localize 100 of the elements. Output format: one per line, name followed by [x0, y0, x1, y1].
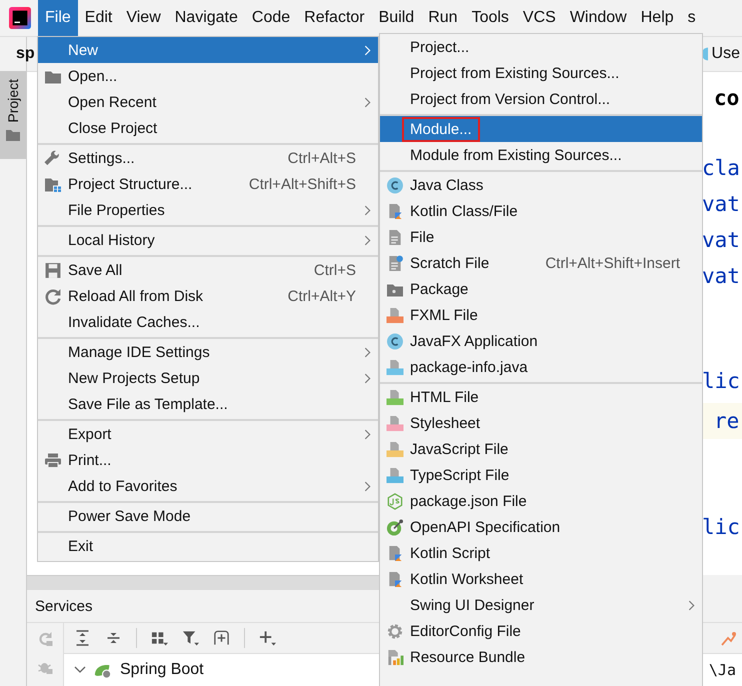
menu-item[interactable]: Project from Existing Sources... — [380, 60, 702, 86]
menu-item[interactable]: Reload All from Disk Ctrl+Alt+Y — [38, 283, 378, 309]
menu-item[interactable]: Project Structure... Ctrl+Alt+Shift+S — [38, 171, 378, 197]
collapse-all-icon[interactable] — [105, 630, 122, 646]
chevron-right-icon — [364, 234, 370, 246]
tree-item[interactable]: Spring Boot — [64, 661, 204, 679]
menu-item[interactable]: Close Project — [38, 115, 378, 141]
menu-item[interactable]: Invalidate Caches... — [38, 309, 378, 335]
menu-item[interactable]: Package — [380, 276, 702, 302]
menu-item[interactable]: File — [380, 224, 702, 250]
chevron-right-icon — [364, 204, 370, 216]
code-line: vat — [702, 191, 741, 218]
menu-item[interactable]: Save File as Template... — [38, 391, 378, 417]
code-line: cla — [702, 155, 741, 182]
project-tool-tab[interactable]: Project — [0, 71, 26, 159]
code-line: vat — [702, 263, 741, 290]
menu-item[interactable]: Settings... Ctrl+Alt+S — [38, 143, 378, 171]
menu-bar-item[interactable]: s — [680, 0, 703, 36]
menu-item[interactable]: New — [38, 37, 378, 63]
class-icon — [386, 332, 404, 350]
bar-chart-file-icon — [386, 648, 404, 666]
menu-bar-item[interactable]: Tools — [464, 0, 516, 36]
app-logo-icon[interactable] — [9, 7, 31, 29]
path-text: \Ja — [708, 661, 737, 679]
code-line: co — [713, 85, 740, 112]
menu-item[interactable]: New Projects Setup — [38, 365, 378, 391]
refresh-icon — [44, 288, 62, 304]
code-line: lic — [702, 514, 741, 541]
code-line: lic — [702, 368, 741, 395]
menu-item[interactable]: Scratch File Ctrl+Alt+Shift+Insert — [380, 250, 702, 276]
menu-item[interactable]: Open Recent — [38, 89, 378, 115]
menu-item[interactable]: Resource Bundle — [380, 644, 702, 670]
menu-item[interactable]: Kotlin Script — [380, 540, 702, 566]
file-icon — [386, 388, 404, 406]
scrollbar[interactable] — [27, 575, 379, 590]
menu-bar-item[interactable]: Code — [244, 0, 298, 36]
code-line: vat — [702, 227, 741, 254]
chevron-right-icon — [364, 428, 370, 440]
menu-item[interactable]: Module... — [380, 114, 702, 142]
menu-item[interactable]: Stylesheet — [380, 410, 702, 436]
add-service-icon[interactable] — [213, 630, 230, 646]
group-icon[interactable] — [151, 630, 168, 646]
chevron-right-icon — [364, 346, 370, 358]
menu-item[interactable]: HTML File — [380, 382, 702, 410]
chevron-right-icon — [364, 96, 370, 108]
gear-icon — [386, 622, 404, 640]
openapi-icon — [386, 518, 404, 536]
chevron-right-icon — [364, 372, 370, 384]
hexagon-icon — [386, 492, 404, 510]
menu-item[interactable]: Exit — [38, 531, 378, 559]
menu-item[interactable]: Module from Existing Sources... — [380, 142, 702, 168]
menu-item[interactable]: Manage IDE Settings — [38, 337, 378, 365]
menu-item[interactable]: TypeScript File — [380, 462, 702, 488]
menu-bar-item[interactable]: Help — [634, 0, 681, 36]
menu-bar-item[interactable]: Navigate — [168, 0, 245, 36]
chevron-right-icon — [364, 44, 370, 56]
menu-item[interactable]: Open... — [38, 63, 378, 89]
chevron-right-icon — [364, 480, 370, 492]
menu-item[interactable]: File Properties — [38, 197, 378, 223]
file-icon — [386, 358, 404, 376]
panel-title: Services — [35, 598, 93, 614]
file-icon — [386, 414, 404, 432]
menu-item[interactable]: Project... — [380, 34, 702, 60]
file-icon — [386, 466, 404, 484]
menu-bar-item[interactable]: Refactor — [297, 0, 372, 36]
menu-bar-item[interactable]: Run — [421, 0, 465, 36]
menu-bar-item[interactable]: Window — [562, 0, 634, 36]
file-icon — [386, 440, 404, 458]
menu-item[interactable]: Project from Version Control... — [380, 86, 702, 112]
menu-item[interactable]: package-info.java — [380, 354, 702, 380]
menu-item[interactable]: EditorConfig File — [380, 618, 702, 644]
add-icon[interactable] — [259, 630, 276, 646]
project-name: sp — [16, 45, 36, 63]
menu-item[interactable]: Add to Favorites — [38, 473, 378, 499]
chevron-down-icon[interactable] — [74, 666, 86, 674]
menu-item[interactable]: Kotlin Worksheet — [380, 566, 702, 592]
menu-item[interactable]: Power Save Mode — [38, 501, 378, 529]
menu-bar-item[interactable]: File — [38, 0, 78, 36]
menu-bar-item[interactable]: Build — [372, 0, 422, 36]
menu-item[interactable]: Export — [38, 419, 378, 447]
filter-icon[interactable] — [182, 630, 199, 646]
menu-bar-item[interactable]: View — [119, 0, 168, 36]
menu-item[interactable]: JavaScript File — [380, 436, 702, 462]
folder-icon — [6, 128, 20, 141]
folder-grid-icon — [44, 176, 62, 192]
menu-item[interactable]: package.json File — [380, 488, 702, 514]
menu-item[interactable]: Save All Ctrl+S — [38, 255, 378, 283]
menu-item[interactable]: FXML File — [380, 302, 702, 328]
menu-item[interactable]: Print... — [38, 447, 378, 473]
menu-item[interactable]: Swing UI Designer — [380, 592, 702, 618]
menu-item[interactable]: Local History — [38, 225, 378, 253]
menu-item[interactable]: OpenAPI Specification — [380, 514, 702, 540]
expand-all-icon[interactable] — [74, 630, 91, 646]
menu-bar-item[interactable]: VCS — [516, 0, 563, 36]
printer-icon — [44, 452, 62, 468]
menu-item[interactable]: Kotlin Class/File — [380, 198, 702, 224]
menu-item[interactable]: Java Class — [380, 170, 702, 198]
chevron-right-icon — [688, 600, 694, 610]
menu-item[interactable]: JavaFX Application — [380, 328, 702, 354]
menu-bar-item[interactable]: Edit — [78, 0, 120, 36]
